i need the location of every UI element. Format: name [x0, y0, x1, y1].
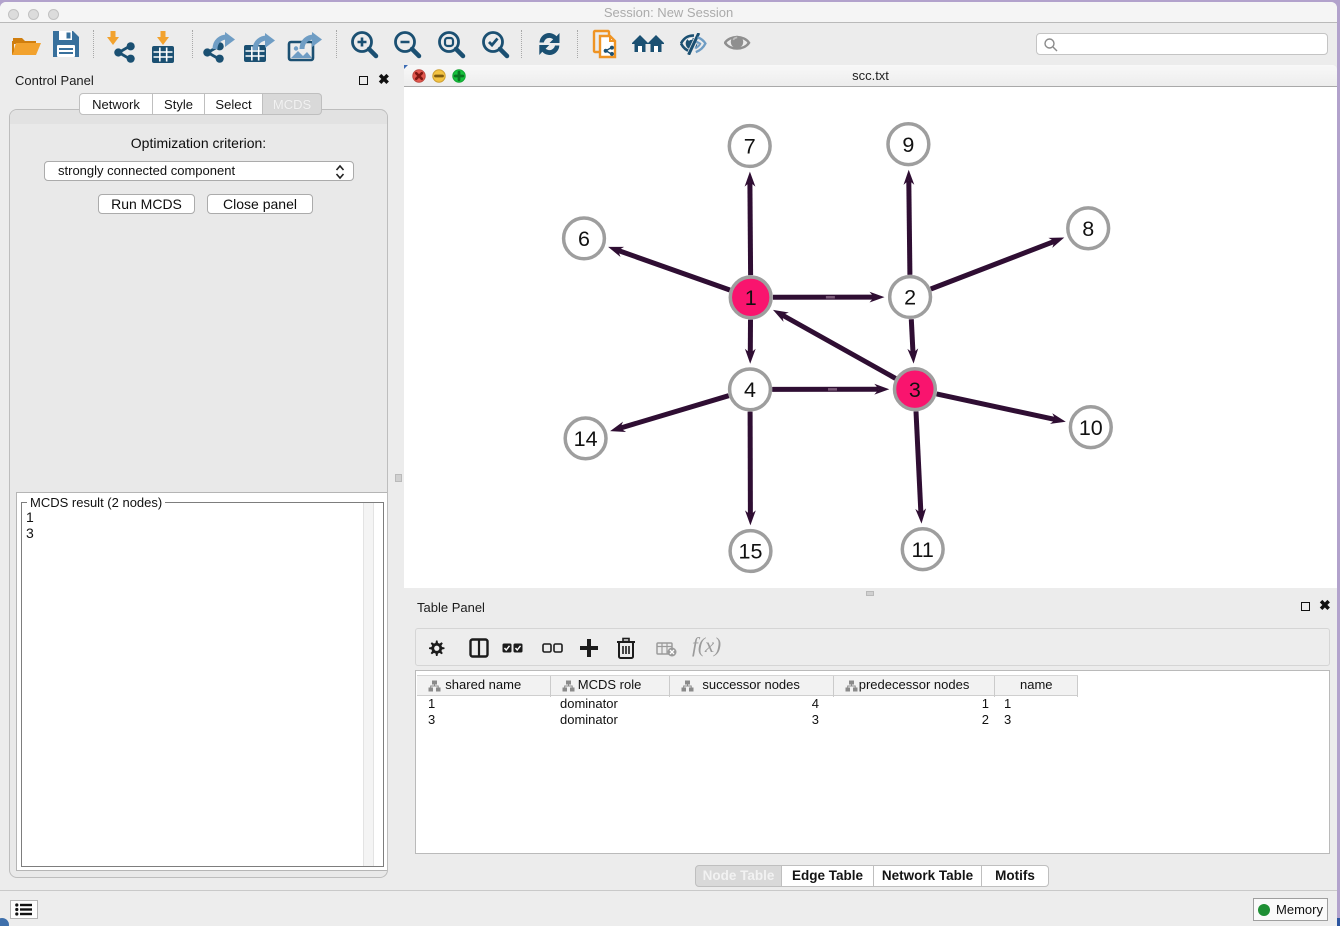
svg-text:6: 6 [578, 227, 590, 251]
svg-text:7: 7 [744, 135, 756, 159]
svg-text:10: 10 [1079, 416, 1103, 440]
svg-text:3: 3 [909, 378, 921, 402]
svg-text:f(x): f(x) [692, 634, 721, 657]
svg-text:11: 11 [912, 538, 934, 562]
svg-text:4: 4 [744, 378, 756, 402]
svg-text:9: 9 [902, 133, 914, 157]
svg-text:15: 15 [739, 540, 763, 564]
svg-text:8: 8 [1082, 217, 1094, 241]
svg-text:14: 14 [574, 427, 598, 451]
svg-text:2: 2 [904, 286, 916, 310]
svg-text:1: 1 [745, 286, 757, 310]
